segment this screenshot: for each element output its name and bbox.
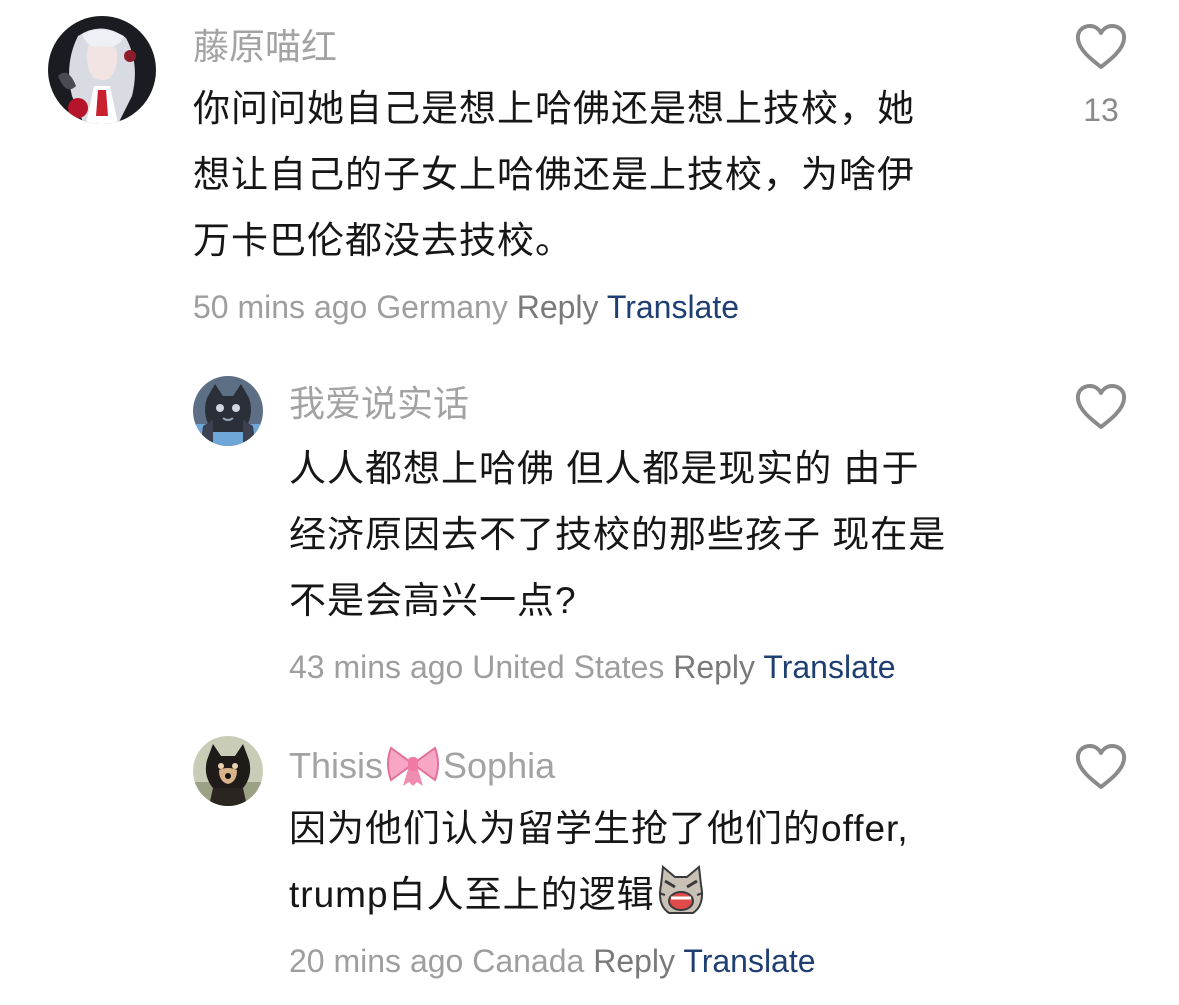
comment-text: 因为他们认为留学生抢了他们的offer, trump白人至上的逻辑 xyxy=(289,796,909,928)
avatar[interactable] xyxy=(193,736,263,806)
comment-text: 你问问她自己是想上哈佛还是想上技校，她 想让自己的子女上哈佛还是上技校，为啥伊 … xyxy=(193,76,915,274)
comment-3: Thisis Sophia 因为他们认为留学生抢了他们的offer, trump… xyxy=(0,720,1179,1005)
comment-meta: 43 mins ago United States Reply Translat… xyxy=(289,647,896,687)
timestamp: 43 mins ago xyxy=(289,649,464,685)
username[interactable]: Thisis Sophia xyxy=(289,742,555,788)
location: Canada xyxy=(472,943,585,979)
reply-button[interactable]: Reply xyxy=(593,943,675,979)
username-prefix: Thisis xyxy=(289,745,384,786)
reply-button[interactable]: Reply xyxy=(517,289,599,325)
heart-icon[interactable] xyxy=(1074,382,1128,432)
comment-line: 经济原因去不了技校的那些孩子 现在是 xyxy=(289,514,947,555)
username-suffix: Sophia xyxy=(443,745,556,786)
heart-icon[interactable] xyxy=(1074,742,1128,792)
username[interactable]: 我爱说实话 xyxy=(289,382,469,426)
comment-line: 不是会高兴一点? xyxy=(289,580,577,621)
avatar[interactable] xyxy=(48,16,156,124)
username[interactable]: 藤原喵红 xyxy=(193,25,337,69)
crying-cat-icon xyxy=(658,865,703,914)
comment-line: 你问问她自己是想上哈佛还是想上技校，她 xyxy=(193,88,915,129)
translate-button[interactable]: Translate xyxy=(763,649,895,685)
comment-line: 因为他们认为留学生抢了他们的offer, xyxy=(289,808,909,849)
shiba-dog-avatar-icon xyxy=(193,736,263,806)
comment-meta: 20 mins ago Canada Reply Translate xyxy=(289,941,816,981)
anime-girl-avatar-icon xyxy=(48,16,156,124)
timestamp: 50 mins ago xyxy=(193,289,368,325)
dark-cat-avatar-icon xyxy=(193,376,263,446)
translate-button[interactable]: Translate xyxy=(683,943,815,979)
comment-line: 万卡巴伦都没去技校。 xyxy=(193,220,573,261)
pink-bow-icon xyxy=(387,746,440,786)
comment-text: 人人都想上哈佛 但人都是现实的 由于 经济原因去不了技校的那些孩子 现在是 不是… xyxy=(289,436,946,634)
avatar[interactable] xyxy=(193,376,263,446)
comment-line: 想让自己的子女上哈佛还是上技校，为啥伊 xyxy=(193,154,915,195)
reply-button[interactable]: Reply xyxy=(673,649,755,685)
location: United States xyxy=(472,649,665,685)
location: Germany xyxy=(376,289,508,325)
timestamp: 20 mins ago xyxy=(289,943,464,979)
comment-2: 我爱说实话 人人都想上哈佛 但人都是现实的 由于 经济原因去不了技校的那些孩子 … xyxy=(0,360,1179,700)
heart-icon[interactable] xyxy=(1074,22,1128,72)
comment-1: 藤原喵红 你问问她自己是想上哈佛还是想上技校，她 想让自己的子女上哈佛还是上技校… xyxy=(0,0,1179,340)
like-count: 13 xyxy=(1083,92,1119,128)
comment-line: 人人都想上哈佛 但人都是现实的 由于 xyxy=(289,448,920,489)
comment-line-text: trump白人至上的逻辑 xyxy=(289,874,655,915)
comment-line: trump白人至上的逻辑 xyxy=(289,862,909,928)
comment-meta: 50 mins ago Germany Reply Translate xyxy=(193,287,739,327)
translate-button[interactable]: Translate xyxy=(607,289,739,325)
